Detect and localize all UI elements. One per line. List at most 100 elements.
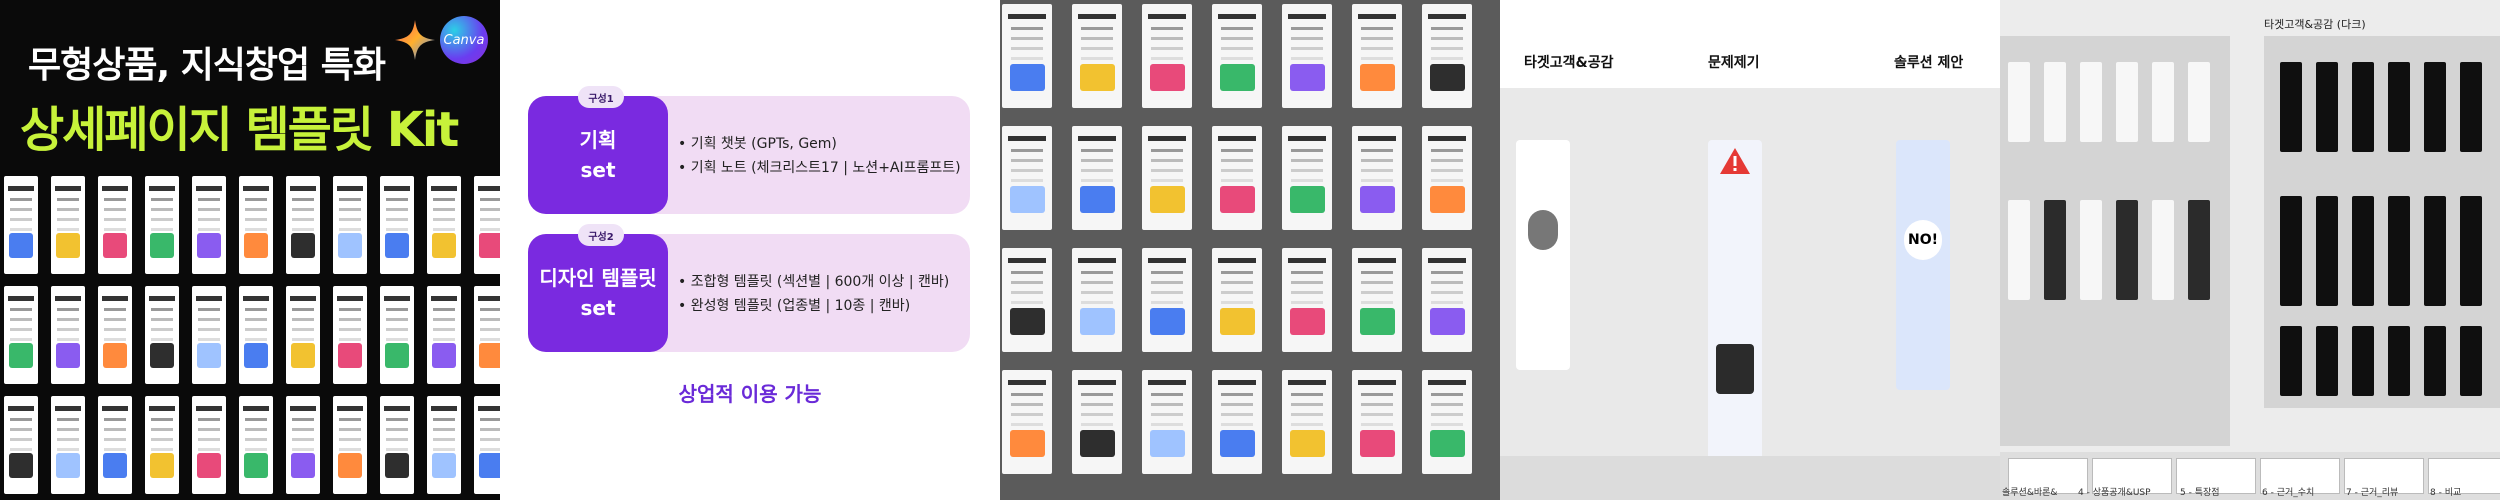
template-thumbnail[interactable] [1142, 370, 1192, 474]
template-thumbnail[interactable] [1422, 126, 1472, 230]
frame-thumbnail[interactable] [2352, 62, 2374, 152]
template-thumbnail[interactable] [1072, 370, 1122, 474]
template-thumbnail[interactable] [1282, 126, 1332, 230]
template-column[interactable]: NO! [1896, 140, 1950, 390]
template-thumbnail[interactable] [286, 286, 320, 384]
template-thumbnail[interactable] [474, 396, 500, 494]
template-thumbnail[interactable] [380, 396, 414, 494]
frame-thumbnail[interactable] [2008, 62, 2030, 142]
template-thumbnail[interactable] [239, 176, 273, 274]
template-thumbnail[interactable] [286, 396, 320, 494]
template-thumbnail[interactable] [1352, 4, 1402, 108]
template-thumbnail[interactable] [1072, 126, 1122, 230]
template-thumbnail[interactable] [192, 396, 226, 494]
template-thumbnail[interactable] [380, 176, 414, 274]
template-thumbnail[interactable] [1282, 248, 1332, 352]
template-thumbnail[interactable] [1072, 248, 1122, 352]
template-thumbnail[interactable] [380, 286, 414, 384]
template-thumbnail[interactable] [1352, 248, 1402, 352]
template-thumbnail[interactable] [1142, 126, 1192, 230]
frame-thumbnail[interactable] [2352, 196, 2374, 306]
frame-thumbnail[interactable] [2188, 200, 2210, 300]
frame-thumbnail[interactable] [2316, 196, 2338, 306]
template-thumbnail[interactable] [4, 396, 38, 494]
template-thumbnail[interactable] [1212, 370, 1262, 474]
template-thumbnail[interactable] [1212, 4, 1262, 108]
template-thumbnail[interactable] [51, 286, 85, 384]
frame-thumbnail[interactable] [2316, 326, 2338, 396]
template-thumbnail[interactable] [239, 396, 273, 494]
template-thumbnail[interactable] [333, 286, 367, 384]
template-thumbnail[interactable] [333, 396, 367, 494]
template-thumbnail[interactable] [333, 176, 367, 274]
frame-thumbnail[interactable] [2188, 62, 2210, 142]
frame-thumbnail[interactable] [2460, 326, 2482, 396]
template-thumbnail[interactable] [239, 286, 273, 384]
template-thumbnail[interactable] [1422, 370, 1472, 474]
frame-thumbnail[interactable] [2352, 326, 2374, 396]
template-thumbnail[interactable] [192, 286, 226, 384]
set-title: 기획 [579, 128, 617, 152]
template-thumbnail[interactable] [192, 176, 226, 274]
set-tile: 기획 set [528, 96, 668, 214]
frame-thumbnail[interactable] [2460, 62, 2482, 152]
template-thumbnail[interactable] [4, 286, 38, 384]
template-thumbnail[interactable] [1212, 126, 1262, 230]
template-grid-panel [1000, 0, 1500, 500]
frame-thumbnail[interactable] [2152, 62, 2174, 142]
template-thumbnail[interactable] [98, 176, 132, 274]
template-thumbnail[interactable] [1002, 248, 1052, 352]
frame-thumbnail[interactable] [2008, 200, 2030, 300]
frame-thumbnail[interactable] [2044, 62, 2066, 142]
frame-thumbnail[interactable] [2388, 62, 2410, 152]
template-thumbnail[interactable] [1422, 248, 1472, 352]
frame-thumbnail[interactable] [2080, 200, 2102, 300]
frame-thumbnail[interactable] [2316, 62, 2338, 152]
template-thumbnail[interactable] [1422, 4, 1472, 108]
template-thumbnail[interactable] [427, 286, 461, 384]
template-thumbnail[interactable] [427, 176, 461, 274]
frame-thumbnail[interactable] [2280, 196, 2302, 306]
template-thumbnail[interactable] [1002, 126, 1052, 230]
commercial-use-note: 상업적 이용 가능 [678, 382, 822, 406]
frame-thumbnail[interactable] [2388, 196, 2410, 306]
template-thumbnail[interactable] [286, 176, 320, 274]
template-thumbnail[interactable] [1282, 370, 1332, 474]
frame-thumbnail[interactable] [2116, 200, 2138, 300]
template-thumbnail[interactable] [1282, 4, 1332, 108]
template-thumbnail[interactable] [474, 176, 500, 274]
frame-thumbnail[interactable] [2424, 196, 2446, 306]
frame-thumbnail[interactable] [2280, 326, 2302, 396]
frame-thumbnail[interactable] [2388, 326, 2410, 396]
frame-thumbnail[interactable] [2424, 62, 2446, 152]
template-thumbnail[interactable] [1002, 4, 1052, 108]
template-thumbnail[interactable] [1212, 248, 1262, 352]
template-thumbnail[interactable] [98, 286, 132, 384]
set-bullets: 기획 챗봇 (GPTs, Gem) 기획 노트 (체크리스트17 | 노션+AI… [678, 132, 961, 180]
template-thumbnail[interactable] [474, 286, 500, 384]
template-thumbnail[interactable] [51, 396, 85, 494]
template-thumbnail[interactable] [1142, 248, 1192, 352]
template-thumbnail[interactable] [1352, 370, 1402, 474]
template-thumbnail[interactable] [1072, 4, 1122, 108]
template-thumbnail[interactable] [1142, 4, 1192, 108]
template-thumbnail[interactable] [427, 396, 461, 494]
frame-thumbnail[interactable] [2424, 326, 2446, 396]
template-thumbnail[interactable] [1352, 126, 1402, 230]
template-column[interactable] [1708, 140, 1762, 460]
template-thumbnail[interactable] [98, 396, 132, 494]
template-column[interactable] [1516, 140, 1570, 370]
template-thumbnail[interactable] [145, 396, 179, 494]
frame-thumbnail[interactable] [2044, 200, 2066, 300]
frame-thumbnail[interactable] [2152, 200, 2174, 300]
frame-thumbnail[interactable] [2280, 62, 2302, 152]
frame-thumbnail[interactable] [2460, 196, 2482, 306]
template-thumbnail[interactable] [1002, 370, 1052, 474]
frame-thumbnail[interactable] [2116, 62, 2138, 142]
template-thumbnail[interactable] [4, 176, 38, 274]
template-thumbnail[interactable] [145, 286, 179, 384]
frame-thumbnail[interactable] [2080, 62, 2102, 142]
template-thumbnail[interactable] [145, 176, 179, 274]
template-thumbnail[interactable] [51, 176, 85, 274]
page-strip[interactable] [1500, 456, 2000, 500]
